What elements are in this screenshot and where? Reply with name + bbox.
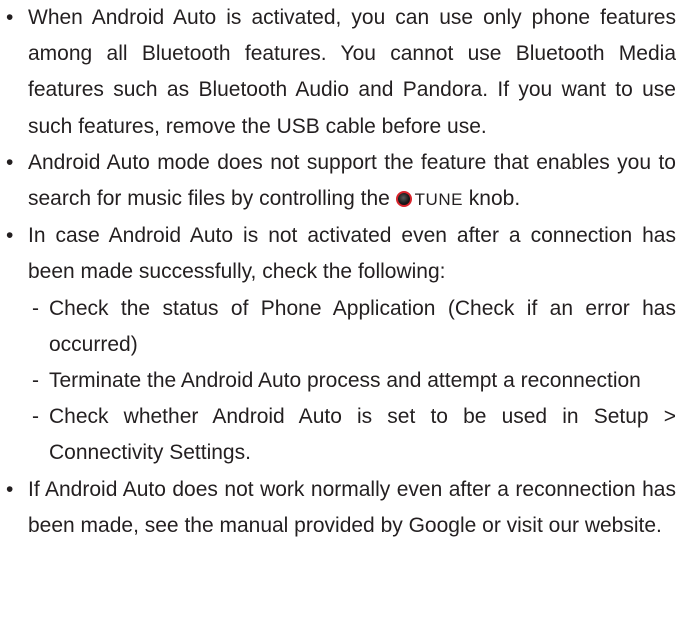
tune-knob-label: TUNE bbox=[414, 190, 463, 210]
bullet-marker: • bbox=[6, 150, 14, 174]
tune-knob-icon bbox=[395, 191, 412, 208]
note-item-bluetooth-limitation: • When Android Auto is activated, you can… bbox=[2, 0, 676, 145]
check-item: - Check whether Android Auto is set to be… bbox=[28, 399, 676, 471]
dash-marker: - bbox=[32, 405, 39, 429]
check-item-text: Check whether Android Auto is set to be … bbox=[49, 405, 676, 465]
note-text: When Android Auto is activated, you can … bbox=[28, 6, 676, 138]
check-list: - Check the status of Phone Application (… bbox=[28, 291, 676, 472]
check-item: - Check the status of Phone Application (… bbox=[28, 291, 676, 363]
note-item-not-activated: • In case Android Auto is not activated e… bbox=[2, 218, 676, 471]
note-text: In case Android Auto is not activated ev… bbox=[28, 224, 676, 284]
bullet-marker: • bbox=[6, 477, 14, 501]
dash-marker: - bbox=[32, 296, 39, 320]
note-text: If Android Auto does not work normally e… bbox=[28, 477, 676, 537]
bullet-marker: • bbox=[6, 224, 14, 248]
check-item-text: Check the status of Phone Application (C… bbox=[49, 296, 676, 356]
note-item-reconnection: • If Android Auto does not work normally … bbox=[2, 472, 676, 544]
bullet-marker: • bbox=[6, 6, 14, 29]
dash-marker: - bbox=[32, 369, 39, 393]
note-text-end: knob. bbox=[468, 187, 521, 211]
note-text: Android Auto mode does not support the f… bbox=[28, 150, 676, 211]
notes-list: • When Android Auto is activated, you can… bbox=[0, 0, 676, 544]
check-item: - Terminate the Android Auto process and … bbox=[28, 363, 676, 399]
note-item-tune-knob: • Android Auto mode does not support the … bbox=[2, 145, 676, 218]
check-item-text: Terminate the Android Auto process and a… bbox=[49, 369, 641, 393]
